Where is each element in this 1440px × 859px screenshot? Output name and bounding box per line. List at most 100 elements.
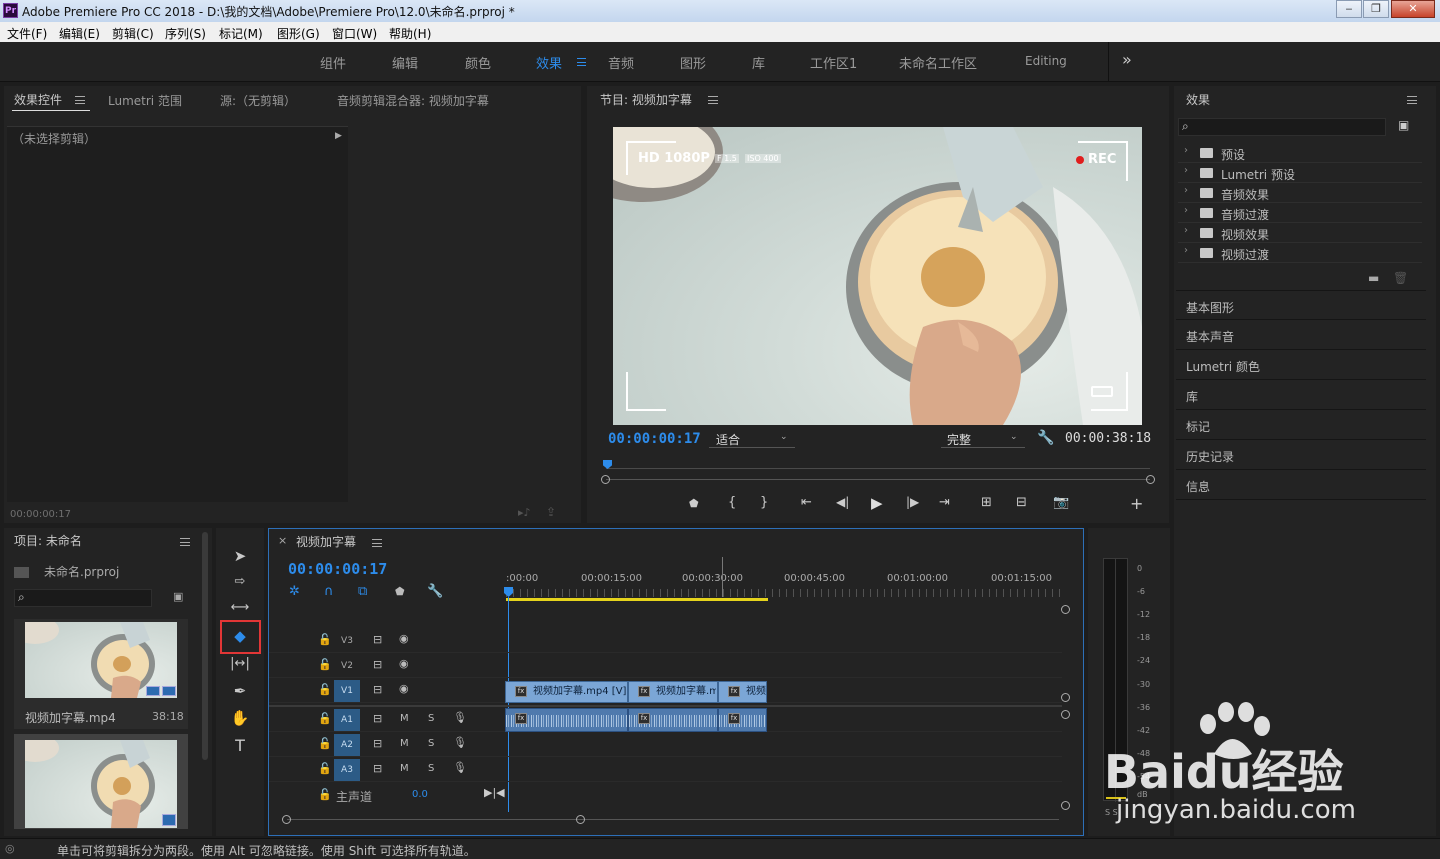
mark-in-icon[interactable]: { <box>728 495 736 510</box>
panel-menu-icon[interactable] <box>75 96 85 104</box>
timeline-settings-icon[interactable]: 🔧 <box>427 584 443 599</box>
hscroll-handle-left[interactable] <box>282 815 291 824</box>
effects-item-lumetri-presets[interactable]: › Lumetri 预设 <box>1178 163 1422 183</box>
project-search-input[interactable]: ⌕ <box>14 589 152 607</box>
workspace-overflow-icon[interactable]: » <box>1122 50 1132 69</box>
lock-icon[interactable]: 🔓 <box>318 683 332 696</box>
hand-tool-icon[interactable]: ✋ <box>227 706 253 730</box>
eye-icon[interactable]: ◉ <box>399 682 409 695</box>
ripple-edit-tool-icon[interactable]: ⟷ <box>227 596 253 620</box>
sync-lock-icon[interactable]: ⊟ <box>373 658 382 671</box>
folder-add-icon[interactable]: ▬ <box>1368 271 1379 285</box>
solo-button[interactable]: S <box>428 713 434 724</box>
zoom-bar[interactable] <box>606 479 1150 480</box>
maximize-button[interactable]: ❐ <box>1363 0 1389 18</box>
wrench-icon[interactable]: 🔧 <box>1037 430 1054 446</box>
video-frame[interactable]: HD 1080P F 1.5 ISO 400 REC <box>613 127 1142 425</box>
track-name-a1[interactable]: A1 <box>334 709 360 731</box>
workspace-audio[interactable]: 音频 <box>608 53 634 72</box>
effects-item-video-effects[interactable]: › 视频效果 <box>1178 223 1422 243</box>
sync-lock-icon[interactable]: ⊟ <box>373 762 382 775</box>
track-select-tool-icon[interactable]: ⇨ <box>227 570 253 594</box>
add-marker-icon[interactable]: ⬟ <box>689 497 699 510</box>
filter-icon[interactable]: ▸♪ <box>518 506 531 519</box>
menu-window[interactable]: 窗口(W) <box>332 25 377 42</box>
solo-button[interactable]: S <box>428 738 434 749</box>
panel-history[interactable]: 历史记录 <box>1176 440 1426 470</box>
workspace-1[interactable]: 工作区1 <box>810 53 857 72</box>
add-button-icon[interactable]: + <box>1130 494 1143 513</box>
lift-icon[interactable]: ⊞ <box>981 495 992 510</box>
selection-tool-icon[interactable]: ➤ <box>227 544 253 568</box>
expand-arrow-icon[interactable]: ▶ <box>335 131 342 141</box>
sync-lock-icon[interactable]: ⊟ <box>373 683 382 696</box>
tab-lumetri-scopes[interactable]: Lumetri 范围 <box>108 92 182 109</box>
close-button[interactable]: ✕ <box>1391 0 1435 18</box>
workspace-effects[interactable]: 效果 <box>536 53 562 72</box>
play-icon[interactable]: ▶ <box>871 494 883 512</box>
zoom-handle-left[interactable] <box>601 475 610 484</box>
bin-icon[interactable]: ▣ <box>173 590 183 603</box>
program-timecode[interactable]: 00:00:00:17 <box>608 431 701 447</box>
timeline-close-icon[interactable]: × <box>278 534 287 547</box>
program-ruler[interactable] <box>603 460 1150 472</box>
solo-button[interactable]: S <box>428 763 434 774</box>
sync-lock-icon[interactable]: ⊟ <box>373 633 382 646</box>
effects-search-input[interactable]: ⌕ <box>1178 118 1386 136</box>
step-forward-icon[interactable]: |▶ <box>906 495 919 509</box>
clip-audio-3[interactable]: fx <box>718 708 767 732</box>
track-name-v1[interactable]: V1 <box>334 680 360 702</box>
panel-essential-graphics[interactable]: 基本图形 <box>1176 290 1426 320</box>
project-item-card-2[interactable] <box>14 734 188 829</box>
mute-button[interactable]: M <box>400 738 409 749</box>
video-audio-divider[interactable] <box>269 705 1062 707</box>
menu-graphics[interactable]: 图形(G) <box>277 25 320 42</box>
track-name-a3[interactable]: A3 <box>334 759 360 781</box>
workspace-editing-cn[interactable]: 编辑 <box>392 53 418 72</box>
track-a2[interactable]: 🔓 A2 ⊟ M S 🎙 <box>269 733 1062 757</box>
tab-source[interactable]: 源:（无剪辑） <box>220 92 296 109</box>
clip-video-2[interactable]: fx 视频加字幕.m <box>628 681 718 703</box>
minimize-button[interactable]: ‒ <box>1336 0 1362 18</box>
microphone-icon[interactable]: 🎙 <box>453 711 467 724</box>
vscroll-handle-mid[interactable] <box>1061 693 1070 702</box>
timeline-menu-icon[interactable] <box>372 539 382 547</box>
eye-icon[interactable]: ◉ <box>399 657 409 670</box>
lock-icon[interactable]: 🔓 <box>318 658 332 671</box>
clip-audio-1[interactable]: fx <box>505 708 628 732</box>
tab-audio-clip-mixer[interactable]: 音频剪辑混合器: 视频加字幕 <box>337 92 489 109</box>
tab-effect-controls[interactable]: 效果控件 <box>14 91 62 108</box>
workspace-menu-icon[interactable] <box>577 58 586 66</box>
panel-markers[interactable]: 标记 <box>1176 410 1426 440</box>
menu-sequence[interactable]: 序列(S) <box>165 25 206 42</box>
lock-icon[interactable]: 🔓 <box>318 633 332 646</box>
pen-tool-icon[interactable]: ✒ <box>227 679 253 703</box>
workspace-libraries[interactable]: 库 <box>752 53 765 72</box>
lock-icon[interactable]: 🔓 <box>318 788 332 801</box>
sync-lock-icon[interactable]: ⊟ <box>373 712 382 725</box>
track-v3[interactable]: 🔓 V3 ⊟ ◉ <box>269 629 1062 653</box>
mute-button[interactable]: M <box>400 713 409 724</box>
ruler-ticks[interactable] <box>506 589 1061 597</box>
timeline-marker-icon[interactable]: ⬟ <box>395 585 405 598</box>
extract-icon[interactable]: ⊟ <box>1016 495 1027 510</box>
type-tool-icon[interactable]: T <box>227 734 253 758</box>
clip-video-1[interactable]: fx 视频加字幕.mp4 [V] <box>505 681 628 703</box>
menu-edit[interactable]: 编辑(E) <box>59 25 100 42</box>
vscroll-handle-bottom[interactable] <box>1061 801 1070 810</box>
clip-video-3[interactable]: fx 视频 <box>718 681 767 703</box>
zoom-handle-right[interactable] <box>1146 475 1155 484</box>
track-master[interactable]: 🔓 主声道 0.0 ▶|◀ <box>269 783 1062 807</box>
track-name-v3[interactable]: V3 <box>334 630 360 652</box>
program-menu-icon[interactable] <box>708 96 718 104</box>
hscroll-handle-right[interactable] <box>576 815 585 824</box>
clip-audio-2[interactable]: fx <box>628 708 718 732</box>
track-a3[interactable]: 🔓 A3 ⊟ M S 🎙 <box>269 758 1062 782</box>
export-frame-icon[interactable]: 📷 <box>1053 495 1069 510</box>
quality-dropdown[interactable]: 完整 ⌄ <box>941 430 1025 448</box>
mark-out-icon[interactable]: } <box>760 495 768 510</box>
master-volume-value[interactable]: 0.0 <box>412 789 428 800</box>
menu-file[interactable]: 文件(F) <box>7 25 47 42</box>
effects-item-audio-transitions[interactable]: › 音频过渡 <box>1178 203 1422 223</box>
menu-marker[interactable]: 标记(M) <box>219 25 263 42</box>
